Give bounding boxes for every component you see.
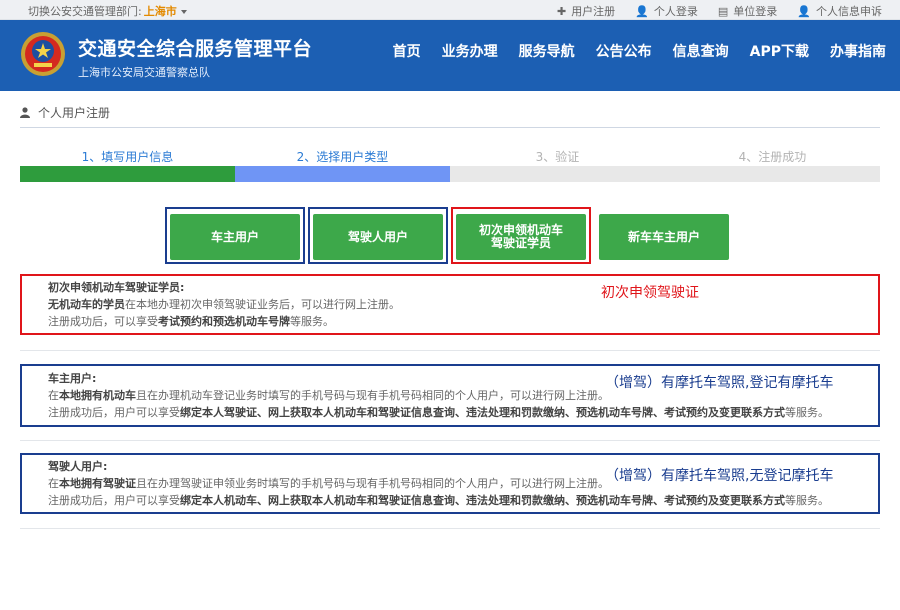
- vehicle-owner-annotation: （增驾）有摩托车驾照,登记有摩托车: [605, 375, 834, 391]
- registration-steps: 1、填写用户信息 2、选择用户类型 3、验证 4、注册成功: [20, 148, 880, 164]
- nav-item-4[interactable]: 信息查询: [673, 41, 729, 61]
- step-label-2: 2、选择用户类型: [296, 150, 389, 164]
- document-icon: ▤: [717, 4, 729, 18]
- top-link-label: 个人登录: [653, 5, 698, 18]
- top-link-label: 用户注册: [571, 5, 616, 18]
- top-link-3[interactable]: 👤 个人信息申诉: [797, 3, 882, 19]
- site-subtitle: 上海市公安局交通警察总队: [78, 66, 210, 79]
- learner-driver-info-box: 初次申领机动车驾驶证学员: 无机动车的学员在本地办理初次申领驾驶证业务后，可以进…: [20, 274, 880, 335]
- step-progress-segment-1: [20, 166, 235, 182]
- top-link-label: 个人信息申诉: [816, 5, 882, 18]
- step-progress-segment-4: [665, 166, 880, 182]
- new-vehicle-owner-button[interactable]: 新车车主用户: [599, 214, 729, 260]
- learner-driver-annotation: 初次申领驾驶证: [601, 285, 699, 301]
- section-divider: [20, 440, 880, 441]
- learner-driver-info-line1: 无机动车的学员在本地办理初次申领驾驶证业务后，可以进行网上注册。: [48, 298, 400, 311]
- caret-down-icon[interactable]: [180, 10, 187, 14]
- breadcrumb-divider: [20, 127, 880, 128]
- top-bar: 切换公安交通管理部门: 上海市 ✚ 用户注册 👤 个人登录 ▤ 单位登录 👤 个人信息申诉: [0, 0, 900, 20]
- top-links: ✚ 用户注册 👤 个人登录 ▤ 单位登录 👤 个人信息申诉: [537, 3, 882, 19]
- top-link-2[interactable]: ▤ 单位登录: [718, 3, 777, 19]
- learner-driver-info-title: 初次申领机动车驾驶证学员:: [48, 281, 185, 294]
- site-title: 交通安全综合服务管理平台: [78, 38, 313, 60]
- plus-icon: ✚: [556, 4, 567, 18]
- driver-user-label: 驾驶人用户: [347, 229, 408, 244]
- nav-item-6[interactable]: 办事指南: [830, 41, 886, 61]
- top-link-1[interactable]: 👤 个人登录: [635, 3, 698, 19]
- top-link-0[interactable]: ✚ 用户注册: [557, 3, 615, 19]
- police-emblem-logo[interactable]: [20, 31, 66, 77]
- site-header: 交通安全综合服务管理平台 上海市公安局交通警察总队 首页 业务办理 服务导航 公告公布…: [0, 20, 900, 91]
- vehicle-owner-info-line2: 注册成功后，用户可以享受绑定本人驾驶证、网上获取本人机动车和驾驶证信息查询、违法…: [48, 406, 829, 419]
- new-vehicle-owner-label: 新车车主用户: [627, 229, 700, 244]
- step-label-3: 3、验证: [535, 150, 580, 164]
- nav-item-1[interactable]: 业务办理: [442, 41, 498, 61]
- section-divider: [20, 528, 880, 529]
- nav-item-5[interactable]: APP下载: [750, 41, 809, 61]
- top-link-label: 单位登录: [733, 5, 778, 18]
- user-icon: [20, 107, 30, 118]
- user-icon: 👤: [797, 4, 811, 18]
- user-icon: 👤: [635, 4, 649, 18]
- driver-user-button[interactable]: 驾驶人用户: [313, 214, 443, 260]
- step-label-4: 4、注册成功: [738, 150, 807, 164]
- current-city[interactable]: 上海市: [144, 5, 177, 18]
- vehicle-owner-label: 车主用户: [210, 229, 259, 244]
- driver-user-annotation: （增驾）有摩托车驾照,无登记摩托车: [605, 468, 834, 484]
- section-divider: [20, 350, 880, 351]
- breadcrumb: 个人用户注册: [20, 104, 110, 121]
- learner-driver-info-line2: 注册成功后，可以享受考试预约和预选机动车号牌等服务。: [48, 315, 334, 328]
- nav-item-3[interactable]: 公告公布: [596, 41, 652, 61]
- vehicle-owner-button[interactable]: 车主用户: [170, 214, 300, 260]
- region-switch-label: 切换公安交通管理部门:: [28, 5, 142, 18]
- learner-driver-label-line2: 驾驶证学员: [490, 236, 551, 250]
- main-nav: 首页 业务办理 服务导航 公告公布 信息查询 APP下载 办事指南: [372, 41, 886, 61]
- step-label-1: 1、填写用户信息: [81, 150, 174, 164]
- region-switcher[interactable]: 切换公安交通管理部门: 上海市: [28, 3, 187, 19]
- step-progress-segment-2: [235, 166, 450, 182]
- breadcrumb-label: 个人用户注册: [38, 106, 111, 120]
- driver-user-info-line2: 注册成功后，用户可以享受绑定本人机动车、网上获取本人机动车和驾驶证信息查询、违法…: [48, 494, 829, 507]
- step-progress-segment-3: [450, 166, 665, 182]
- nav-item-0[interactable]: 首页: [393, 41, 421, 61]
- step-progress-bar: [20, 166, 880, 182]
- nav-item-2[interactable]: 服务导航: [519, 41, 575, 61]
- learner-driver-button[interactable]: 初次申领机动车 驾驶证学员: [456, 214, 586, 260]
